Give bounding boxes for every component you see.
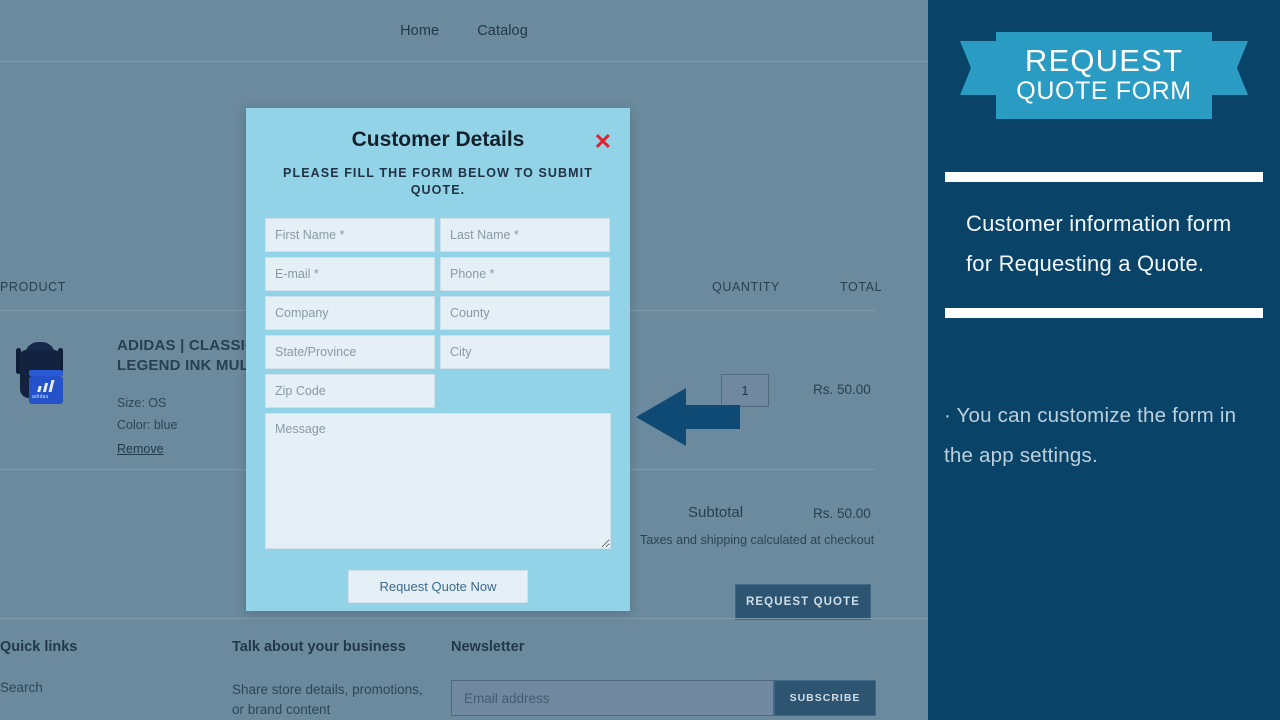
column-header-quantity: QUANTITY	[712, 280, 780, 294]
top-navigation: Home Catalog	[0, 0, 928, 62]
column-header-total: TOTAL	[840, 280, 883, 294]
panel-divider-top	[945, 172, 1263, 182]
panel-divider-bottom	[945, 308, 1263, 319]
footer-newsletter-title: Newsletter	[451, 639, 525, 655]
adidas-trefoil-icon	[37, 380, 55, 392]
request-quote-button[interactable]: REQUEST QUOTE	[735, 584, 871, 620]
panel-note: · You can customize the form in the app …	[944, 404, 1237, 468]
adidas-wordmark: adidas	[32, 394, 49, 400]
subscribe-button[interactable]: SUBSCRIBE	[774, 680, 876, 716]
arrow-shaft	[682, 405, 740, 429]
message-textarea[interactable]	[265, 412, 611, 549]
footer-business-title: Talk about your business	[232, 639, 406, 655]
panel-description: Customer information form for Requesting…	[966, 211, 1232, 277]
line-item-total: Rs. 50.00	[813, 382, 871, 397]
info-panel: REQUEST QUOTE FORM Customer information …	[928, 0, 1280, 720]
ribbon-banner: REQUEST QUOTE FORM	[928, 32, 1280, 119]
footer: Quick links Search Talk about your busin…	[0, 618, 928, 720]
subtotal-label: Subtotal	[688, 504, 744, 521]
last-name-input[interactable]	[440, 217, 610, 252]
nav-link-home[interactable]: Home	[400, 23, 439, 39]
customer-details-form	[265, 217, 611, 408]
request-quote-now-button[interactable]: Request Quote Now	[348, 569, 528, 603]
city-input[interactable]	[440, 334, 610, 369]
footer-column-business: Talk about your business Share store det…	[232, 639, 432, 719]
county-input[interactable]	[440, 295, 610, 330]
newsletter-email-input[interactable]	[451, 680, 774, 716]
close-icon[interactable]: ✕	[594, 131, 612, 153]
zip-code-input[interactable]	[265, 373, 435, 408]
first-name-input[interactable]	[265, 217, 435, 252]
newsletter-form: SUBSCRIBE	[451, 680, 876, 716]
tax-shipping-note: Taxes and shipping calculated at checkou…	[640, 533, 875, 547]
ribbon-line-2: QUOTE FORM	[1016, 77, 1192, 106]
company-input[interactable]	[265, 295, 435, 330]
subtotal-value: Rs. 50.00	[813, 506, 871, 521]
column-header-product: PRODUCT	[0, 280, 67, 294]
product-color: Color: blue	[117, 418, 178, 432]
ribbon-center: REQUEST QUOTE FORM	[996, 32, 1212, 119]
footer-quick-links-title: Quick links	[0, 639, 78, 655]
state-province-input[interactable]	[265, 334, 435, 369]
arrow-head	[636, 388, 686, 446]
product-thumbnail[interactable]: adidas	[14, 340, 66, 404]
modal-subtitle: PLEASE FILL THE FORM BELOW TO SUBMIT QUO…	[283, 166, 593, 197]
backpack-body-icon: adidas	[20, 350, 63, 404]
footer-column-quick-links: Quick links Search	[0, 639, 77, 695]
footer-column-newsletter: Newsletter SUBSCRIBE	[451, 639, 876, 716]
product-size: Size: OS	[117, 396, 167, 410]
footer-link-search[interactable]: Search	[0, 680, 77, 695]
nav-link-catalog[interactable]: Catalog	[477, 23, 528, 39]
customer-details-modal: Customer Details ✕ PLEASE FILL THE FORM …	[246, 108, 630, 611]
screenshot-root: Home Catalog PRODUCT QUANTITY TOTAL adid…	[0, 0, 1280, 720]
modal-title: Customer Details	[351, 128, 525, 151]
phone-input[interactable]	[440, 256, 610, 291]
email-input[interactable]	[265, 256, 435, 291]
modal-submit-row: Request Quote Now	[246, 569, 630, 603]
ribbon-line-1: REQUEST	[1024, 43, 1184, 79]
remove-link[interactable]: Remove	[117, 442, 164, 456]
footer-business-text: Share store details, promotions, or bran…	[232, 682, 423, 717]
pointer-arrow-icon	[636, 388, 740, 446]
